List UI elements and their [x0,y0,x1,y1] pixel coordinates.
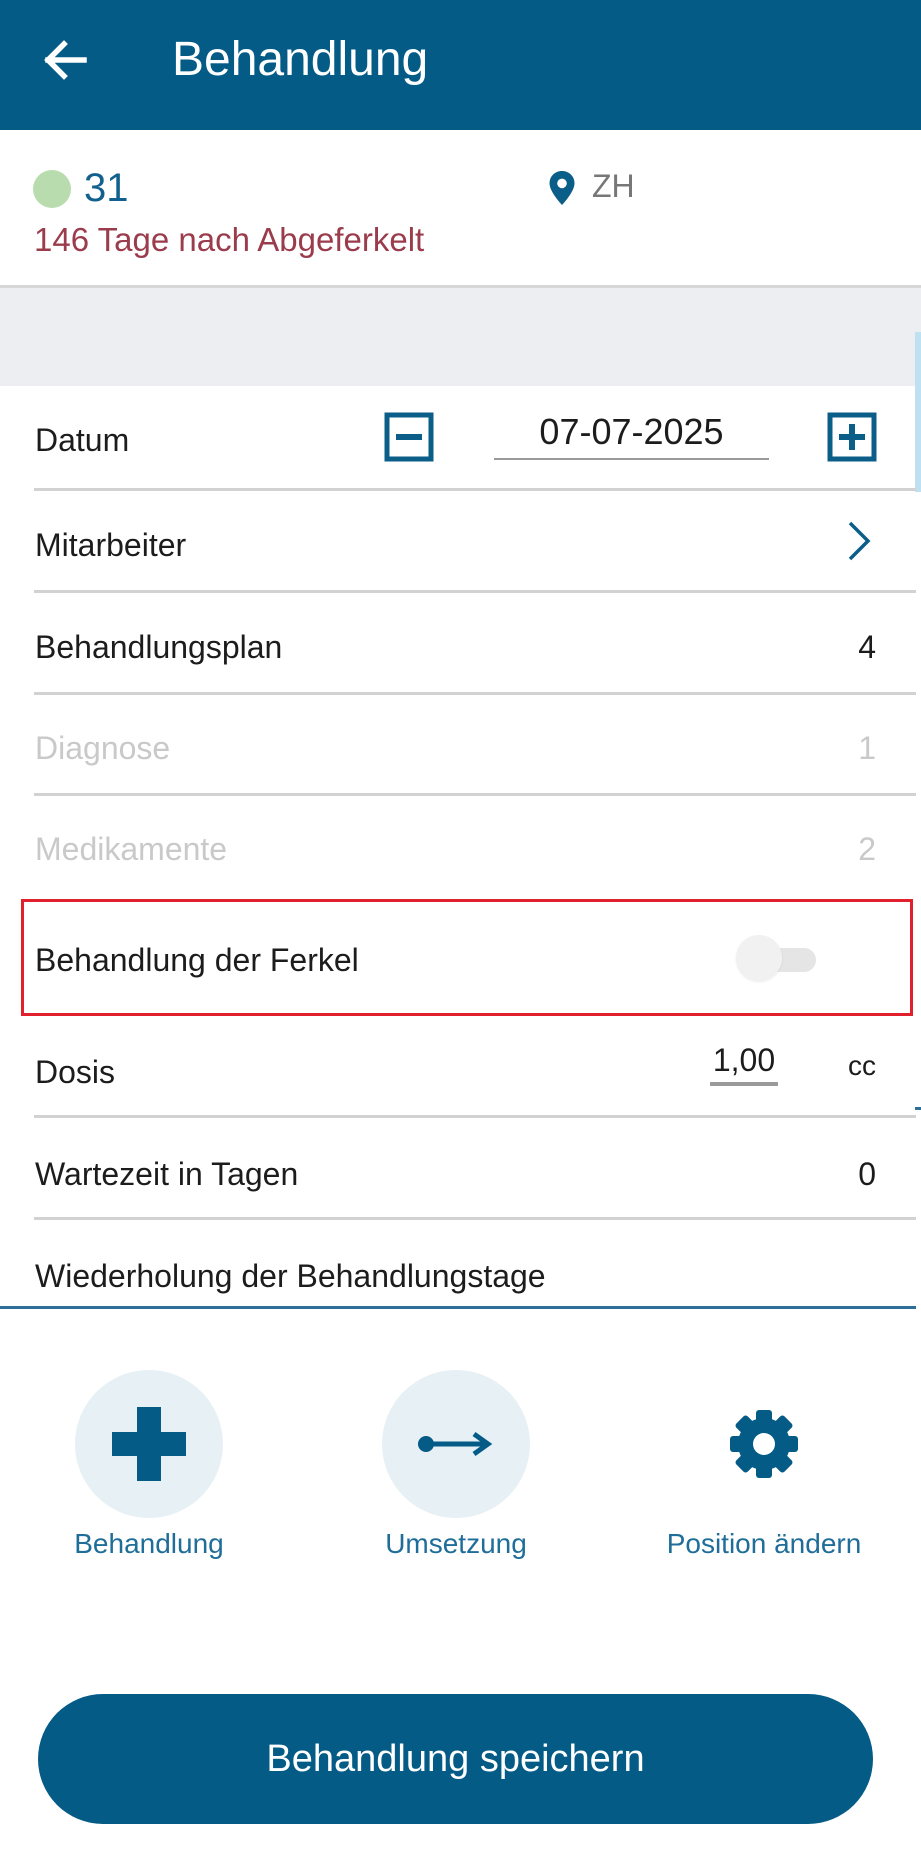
animal-number: 31 [84,166,129,210]
waiting-period-value: 0 [858,1156,876,1192]
piglet-treatment-toggle[interactable] [736,935,821,983]
page-title: Behandlung [172,33,429,86]
animal-info-card: 31 ZH 146 Tage nach Abgeferkelt [0,130,921,288]
location-pin-icon [549,171,575,205]
dose-label: Dosis [35,1054,116,1090]
toggle-thumb [736,935,782,981]
minus-box-icon [384,412,434,462]
section-divider [0,288,921,386]
piglet-treatment-label: Behandlung der Ferkel [35,942,359,978]
days-since-farrowing: 146 Tage nach Abgeferkelt [34,221,425,258]
back-button[interactable] [30,25,100,95]
diagnosis-value: 1 [858,730,876,766]
plus-box-icon [827,412,877,462]
action-change-position-icon-wrap [690,1370,838,1518]
date-decrement-button[interactable] [384,412,434,462]
dose-input[interactable]: 1,00 [710,1038,778,1086]
gear-icon [730,1410,798,1478]
action-change-position-label: Position ändern [666,1528,862,1559]
action-transfer-circle [382,1370,530,1518]
medication-label: Medikamente [35,831,228,867]
content-bottom-divider [0,1306,916,1309]
medication-row: Medikamente 2 [34,796,916,897]
employee-label: Mitarbeiter [35,527,187,563]
date-field[interactable]: 07-07-2025 [494,408,769,460]
diagnosis-row: Diagnose 1 [34,695,916,796]
repeat-days-label: Wiederholung der Behandlungstage [35,1258,546,1294]
arrow-right-icon [418,1431,493,1457]
scroll-indicator-mark [915,1107,921,1110]
action-treatment-label: Behandlung [74,1528,224,1559]
action-treatment-circle [75,1370,223,1518]
waiting-period-label: Wartezeit in Tagen [35,1156,299,1192]
action-transfer-label: Umsetzung [385,1528,527,1559]
plus-icon [112,1407,186,1481]
treatment-plan-row[interactable]: Behandlungsplan 4 [34,593,916,695]
diagnosis-label: Diagnose [35,730,171,766]
dose-unit: cc [848,1050,876,1081]
treatment-plan-label: Behandlungsplan [35,629,283,665]
chevron-right-icon [848,521,871,561]
status-indicator [33,170,71,208]
save-treatment-button[interactable]: Behandlung speichern [38,1694,873,1824]
employee-row[interactable]: Mitarbeiter [34,491,916,593]
arrow-left-icon [44,40,87,80]
date-increment-button[interactable] [827,412,877,462]
app-bar: Behandlung [0,0,921,130]
waiting-period-row: Wartezeit in Tagen 0 [34,1118,916,1220]
medication-value: 2 [858,831,876,867]
repeat-days-row[interactable]: Wiederholung der Behandlungstage [34,1220,916,1306]
date-row: Datum 07-07-2025 [34,386,916,491]
dose-row: Dosis 1,00 cc [34,1016,916,1118]
date-label: Datum [35,422,130,458]
location-label: ZH [592,168,635,204]
treatment-plan-value: 4 [858,629,876,665]
